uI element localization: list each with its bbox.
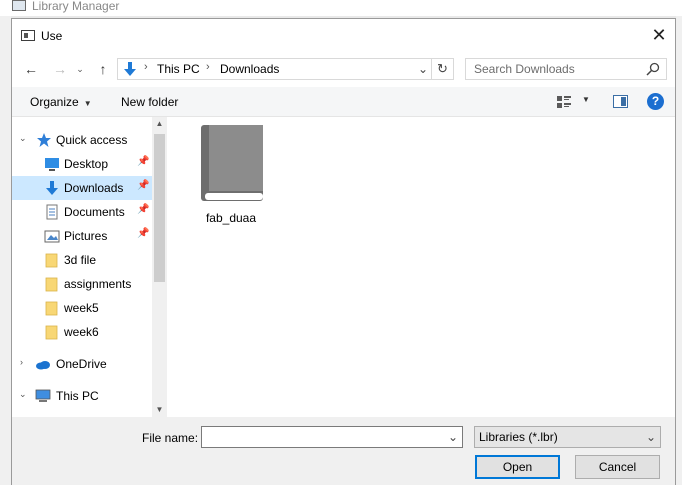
chevron-down-icon: ▼ [83,99,92,108]
download-icon [46,181,58,195]
scroll-up-icon[interactable]: ▲ [152,117,167,131]
dialog-titlebar: Use ✕ [12,19,675,51]
app-icon [12,0,26,11]
tree-item-folder[interactable]: assignments [12,272,152,296]
view-dropdown[interactable]: ▼ [582,95,590,104]
background-window-edge [0,16,11,485]
new-folder-button[interactable]: New folder [121,95,178,109]
tree-item-documents[interactable]: Documents 📌 [12,200,152,224]
expand-arrow-icon[interactable]: ⌄ [19,389,27,400]
tree-label: Desktop [64,157,109,171]
pin-icon: 📌 [137,228,150,239]
organize-label: Organize [30,95,79,109]
expand-arrow-icon[interactable]: › [20,357,23,367]
preview-pane-icon[interactable] [613,95,628,108]
download-arrow-icon [124,62,136,76]
open-button[interactable]: Open [475,455,560,479]
breadcrumb-this-pc[interactable]: This PC [157,62,200,76]
file-dialog: Use ✕ ← → ⌄ ↑ › This PC › Downloads ⌄ ↻ … [11,18,676,485]
tree-item-onedrive[interactable]: › OneDrive [12,352,152,376]
help-icon[interactable]: ? [647,93,664,110]
back-button[interactable]: ← [21,59,41,79]
cancel-button[interactable]: Cancel [575,455,660,479]
file-name-field[interactable]: ⌄ [201,426,463,448]
recent-locations-dropdown[interactable]: ⌄ [73,59,87,79]
tree-label: OneDrive [56,357,107,371]
file-type-select[interactable]: Libraries (*.lbr) ⌄ [474,426,661,448]
file-list: fab_duaa [171,117,675,417]
tree-item-quick-access[interactable]: ⌄ Quick access [12,128,152,152]
file-name-label: File name: [142,431,199,445]
background-window-edge [676,16,682,485]
address-dropdown[interactable]: ⌄ [418,62,428,76]
tree-label: Pictures [64,229,108,243]
file-item[interactable]: fab_duaa [193,125,269,225]
window-icon [21,30,35,41]
refresh-button[interactable]: ↻ [432,58,454,80]
chevron-down-icon[interactable]: ⌄ [448,430,458,444]
tree-item-folder[interactable]: week5 [12,296,152,320]
up-button[interactable]: ↑ [93,59,113,79]
search-icon [646,62,660,76]
tree-label: week6 [64,325,99,339]
tree-label: Downloads [64,181,124,195]
tree-item-this-pc[interactable]: ⌄ This PC [12,384,152,408]
tree-label: 3d file [64,253,97,267]
pictures-icon [44,230,60,243]
pin-icon: 📌 [137,180,150,191]
tree-item-folder[interactable]: week6 [12,320,152,344]
search-placeholder: Search Downloads [474,62,575,76]
documents-icon [46,204,58,220]
file-name: fab_duaa [205,211,257,225]
file-type-value: Libraries (*.lbr) [479,430,558,444]
tree-label: assignments [64,277,132,291]
navigation-pane: ⌄ Quick access Desktop 📌 Downloads 📌 Doc… [12,117,167,417]
view-options-icon[interactable] [557,96,571,108]
scroll-down-icon[interactable]: ▼ [152,403,167,417]
background-window-title: Library Manager [32,0,120,13]
dialog-footer: File name: ⌄ Libraries (*.lbr) ⌄ Open Ca… [12,417,675,485]
background-window-titlebar: Library Manager [0,0,682,16]
computer-icon [35,389,51,402]
tree-label: week5 [64,301,99,315]
tree-label: This PC [56,389,99,403]
chevron-down-icon: ⌄ [645,430,656,444]
command-toolbar: Organize ▼ New folder ▼ ? [12,87,675,117]
nav-pane-scrollbar[interactable]: ▲ ▼ [152,117,167,417]
folder-icon [45,253,58,268]
cloud-icon [36,361,50,370]
navigation-bar: ← → ⌄ ↑ › This PC › Downloads ⌄ ↻ Search… [12,51,675,87]
breadcrumb-downloads[interactable]: Downloads [220,62,279,76]
tree-item-downloads[interactable]: Downloads 📌 [12,176,152,200]
book-icon [201,125,263,201]
breadcrumb-separator: › [144,61,148,73]
tree-item-pictures[interactable]: Pictures 📌 [12,224,152,248]
forward-button[interactable]: → [50,59,70,79]
breadcrumb-separator: › [206,61,210,73]
expand-arrow-icon[interactable]: ⌄ [19,133,27,144]
tree-label: Documents [64,205,125,219]
tree-item-folder[interactable]: 3d file [12,248,152,272]
star-icon [37,133,51,147]
search-input[interactable]: Search Downloads [465,58,667,80]
pin-icon: 📌 [137,204,150,215]
desktop-icon [45,158,59,171]
tree-label: Quick access [56,133,128,147]
folder-icon [45,301,58,316]
dialog-title: Use [41,29,63,43]
folder-icon [45,277,58,292]
scroll-thumb[interactable] [154,134,165,282]
folder-icon [45,325,58,340]
pin-icon: 📌 [137,156,150,167]
close-button[interactable]: ✕ [643,19,675,51]
address-bar[interactable]: › This PC › Downloads ⌄ [117,58,432,80]
organize-menu[interactable]: Organize ▼ [30,95,92,109]
tree-item-desktop[interactable]: Desktop 📌 [12,152,152,176]
